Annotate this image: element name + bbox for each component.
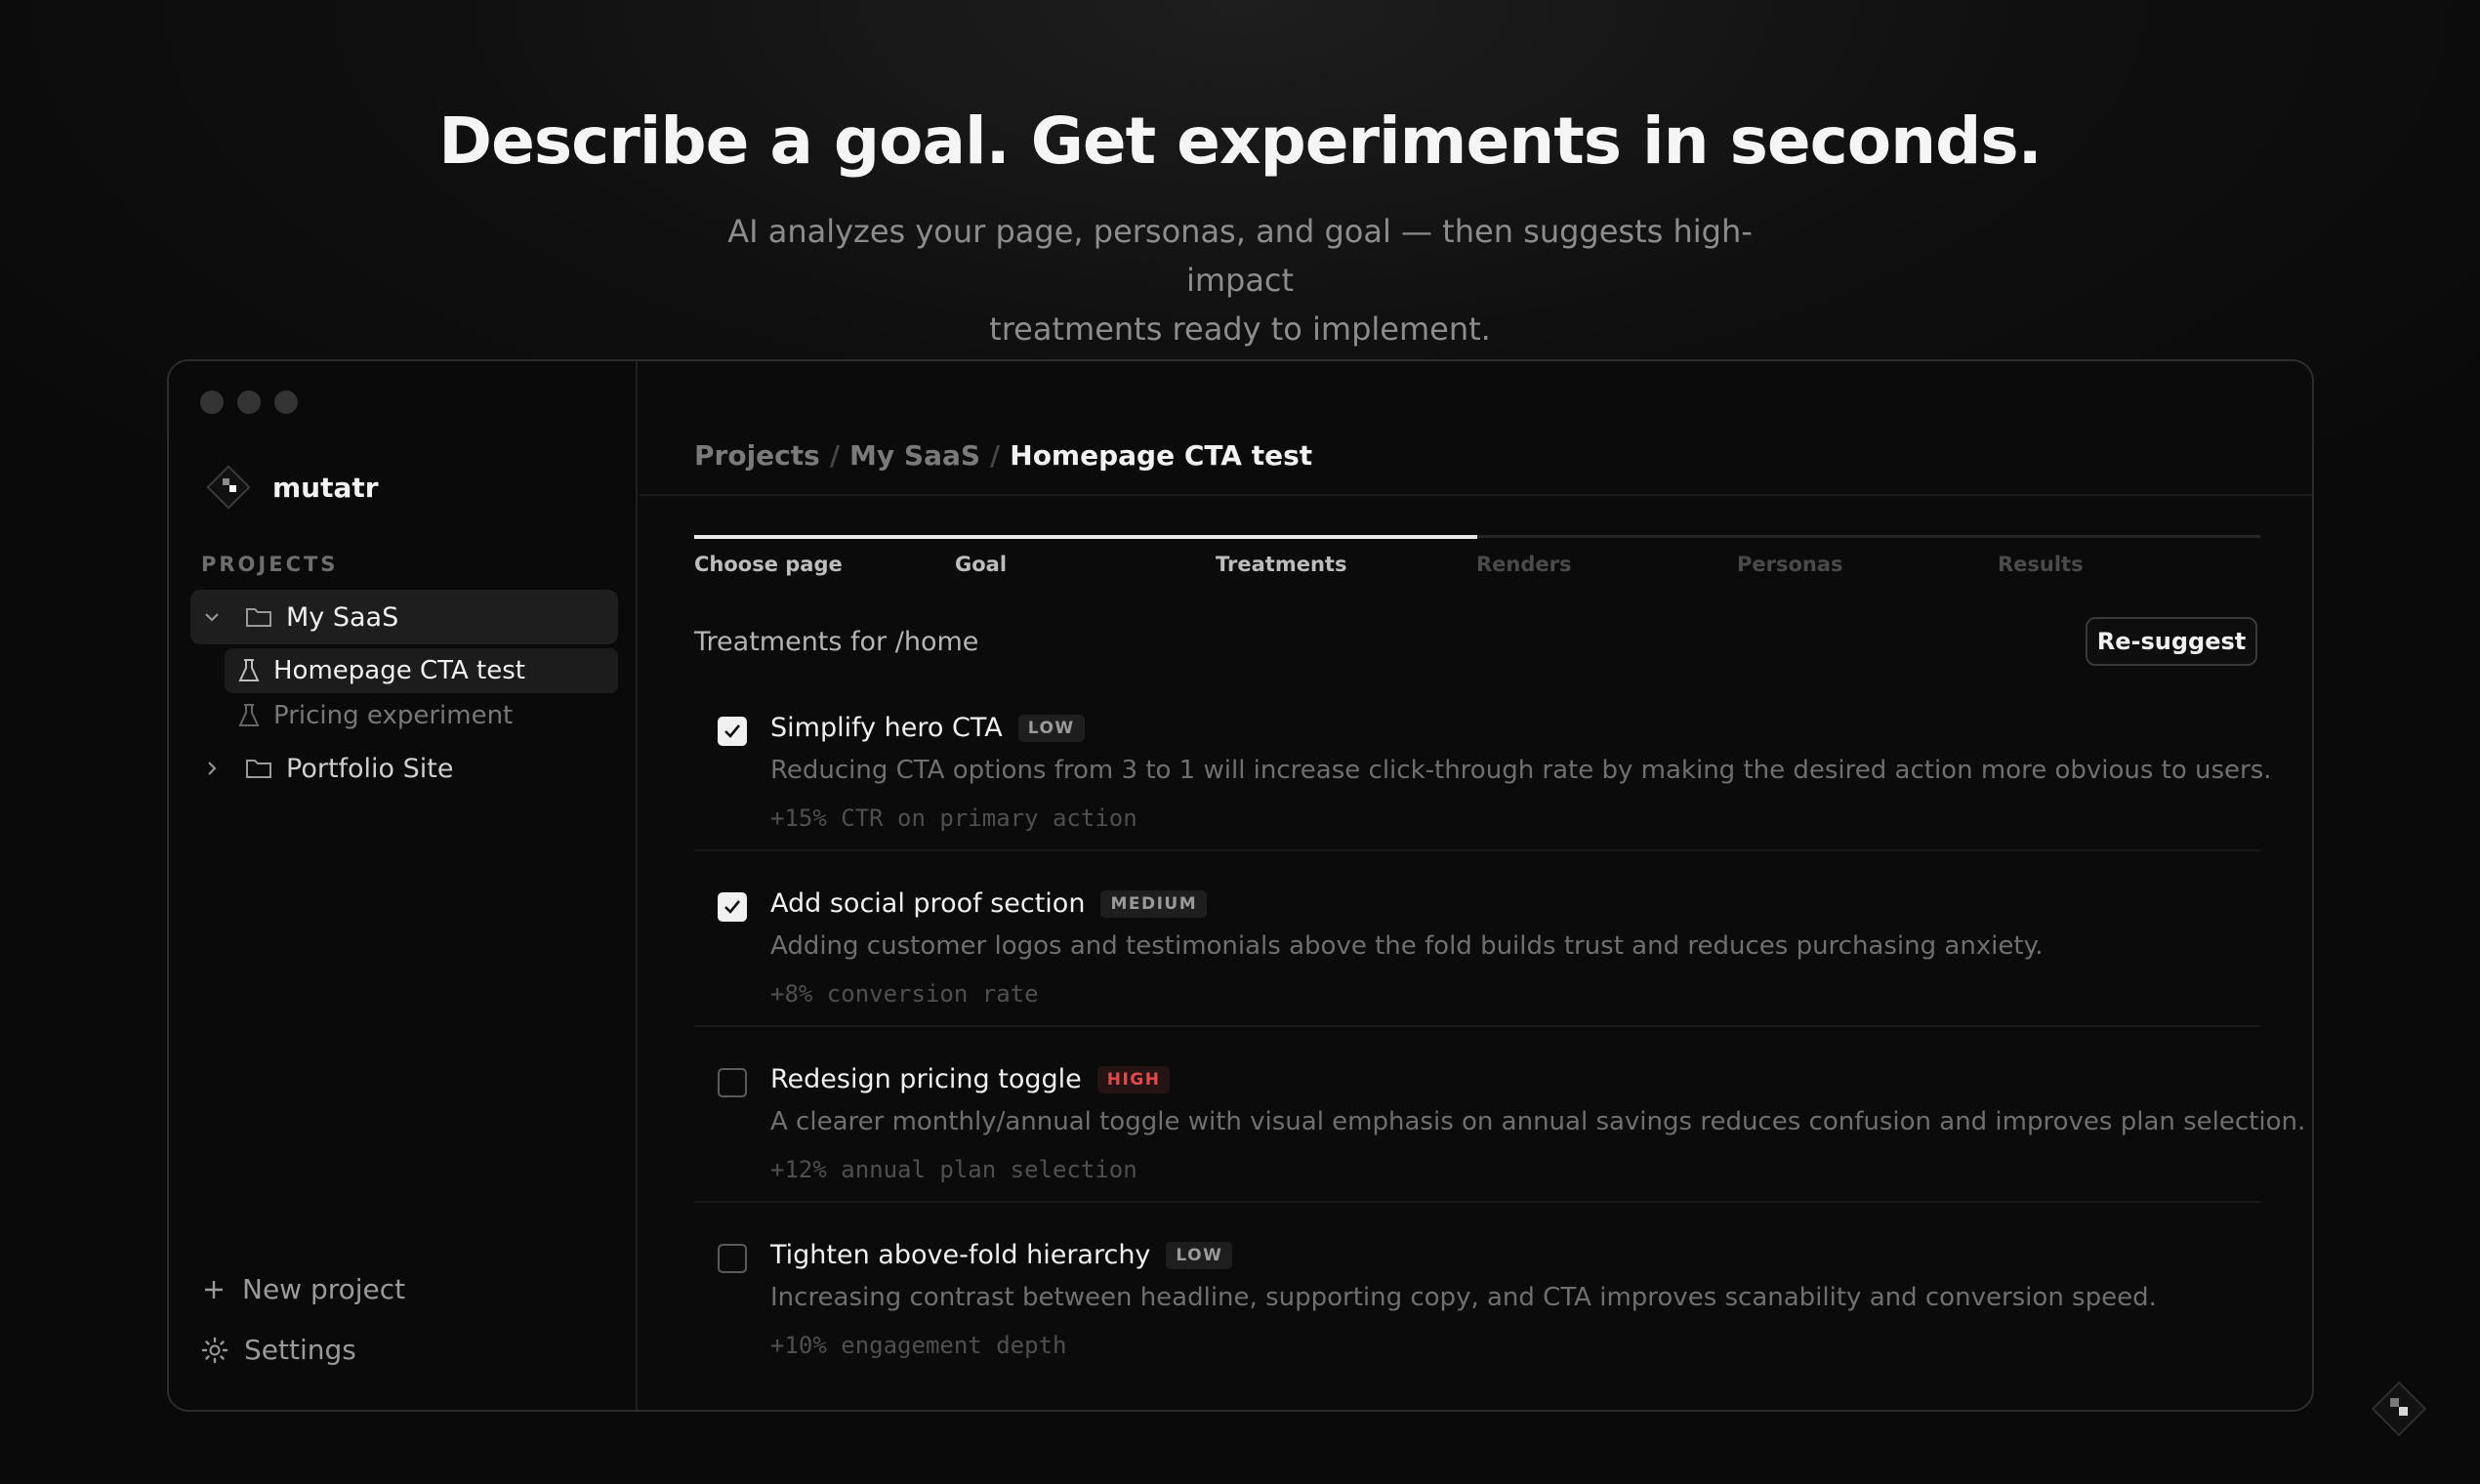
- sidebar-experiment-label: Homepage CTA test: [273, 656, 525, 685]
- brand-name: mutatr: [272, 471, 379, 504]
- treatment-metric: +15% CTR on primary action: [770, 804, 1137, 832]
- sidebar-project-my-saas[interactable]: My SaaS: [190, 590, 618, 644]
- treatments-heading: Treatments for /home: [694, 627, 979, 657]
- treatment-title-row: Redesign pricing toggle HIGH: [770, 1064, 1171, 1094]
- breadcrumb-current: Homepage CTA test: [1010, 439, 1313, 472]
- sidebar-experiment-homepage-cta-test[interactable]: Homepage CTA test: [225, 648, 618, 693]
- breadcrumb-separator: /: [990, 439, 1001, 472]
- treatment-title: Add social proof section: [770, 888, 1086, 919]
- sidebar-experiment-pricing-experiment[interactable]: Pricing experiment: [225, 693, 618, 738]
- sidebar: mutatr PROJECTS My SaaS Homepage CTA tes…: [169, 361, 638, 1410]
- chevron-right-icon[interactable]: [202, 759, 231, 778]
- treatment-item[interactable]: Simplify hero CTA LOW Reducing CTA optio…: [694, 676, 2272, 851]
- stepper-progress: [694, 535, 1477, 539]
- breadcrumb: Projects / My SaaS / Homepage CTA test: [694, 439, 1312, 472]
- folder-icon: [245, 605, 272, 629]
- sidebar-project-label: Portfolio Site: [286, 753, 454, 784]
- breadcrumb-project[interactable]: My SaaS: [849, 439, 980, 472]
- window-minimize-button[interactable]: [237, 391, 261, 414]
- window-close-button[interactable]: [200, 391, 224, 414]
- treatment-title: Redesign pricing toggle: [770, 1064, 1082, 1094]
- re-suggest-button[interactable]: Re-suggest: [2086, 617, 2257, 666]
- main-panel: Projects / My SaaS / Homepage CTA test C…: [640, 361, 2312, 1410]
- treatment-title-row: Tighten above-fold hierarchy LOW: [770, 1240, 1233, 1270]
- check-icon: [724, 900, 741, 914]
- check-icon: [724, 724, 741, 738]
- treatment-description: Reducing CTA options from 3 to 1 will in…: [770, 756, 2272, 785]
- stepper: Choose page Goal Treatments Renders Pers…: [694, 553, 2260, 576]
- window-controls: [200, 391, 298, 414]
- treatment-description: Adding customer logos and testimonials a…: [770, 931, 2044, 961]
- step-results[interactable]: Results: [1998, 553, 2258, 576]
- treatment-checkbox[interactable]: [718, 717, 747, 746]
- flask-icon: [238, 703, 260, 728]
- impact-badge: HIGH: [1096, 1065, 1171, 1093]
- hero-subtitle-line-2: treatments ready to implement.: [989, 310, 1491, 348]
- projects-section-label: PROJECTS: [201, 553, 339, 576]
- treatment-description: Increasing contrast between headline, su…: [770, 1283, 2157, 1312]
- breadcrumb-projects[interactable]: Projects: [694, 439, 820, 472]
- treatment-metric: +10% engagement depth: [770, 1332, 1067, 1359]
- app-window: mutatr PROJECTS My SaaS Homepage CTA tes…: [167, 359, 2314, 1412]
- settings-button[interactable]: Settings: [201, 1334, 356, 1366]
- chevron-down-icon[interactable]: [202, 607, 231, 627]
- breadcrumb-separator: /: [829, 439, 841, 472]
- hero-subtitle: AI analyzes your page, personas, and goa…: [703, 207, 1777, 353]
- plus-icon: [205, 1280, 223, 1298]
- impact-badge: LOW: [1017, 714, 1085, 742]
- step-renders[interactable]: Renders: [1476, 553, 1737, 576]
- step-goal[interactable]: Goal: [955, 553, 1216, 576]
- treatment-metric: +8% conversion rate: [770, 980, 1039, 1008]
- step-personas[interactable]: Personas: [1737, 553, 1998, 576]
- hero-subtitle-line-1: AI analyzes your page, personas, and goa…: [727, 213, 1753, 299]
- mutatr-logo-icon: [206, 465, 251, 510]
- treatment-title-row: Add social proof section MEDIUM: [770, 888, 1208, 919]
- flask-icon: [238, 658, 260, 683]
- treatment-title: Tighten above-fold hierarchy: [770, 1240, 1151, 1270]
- treatment-checkbox[interactable]: [718, 892, 747, 922]
- treatment-title-row: Simplify hero CTA LOW: [770, 713, 1085, 743]
- treatment-checkbox[interactable]: [718, 1244, 747, 1273]
- treatment-item[interactable]: Add social proof section MEDIUM Adding c…: [694, 851, 2260, 1027]
- mutatr-corner-logo-icon: [2371, 1381, 2427, 1437]
- folder-icon: [245, 757, 272, 780]
- window-maximize-button[interactable]: [274, 391, 298, 414]
- new-project-label: New project: [242, 1273, 406, 1305]
- step-choose-page[interactable]: Choose page: [694, 553, 955, 576]
- header-divider: [640, 494, 2312, 496]
- treatment-item[interactable]: Tighten above-fold hierarchy LOW Increas…: [694, 1203, 2260, 1379]
- impact-badge: LOW: [1166, 1241, 1233, 1269]
- hero-title: Describe a goal. Get experiments in seco…: [438, 103, 2042, 179]
- impact-badge: MEDIUM: [1100, 889, 1208, 918]
- brand[interactable]: mutatr: [204, 463, 379, 512]
- sidebar-project-label: My SaaS: [286, 601, 399, 633]
- step-treatments[interactable]: Treatments: [1216, 553, 1476, 576]
- settings-label: Settings: [244, 1334, 356, 1366]
- treatment-item[interactable]: Redesign pricing toggle HIGH A clearer m…: [694, 1027, 2305, 1203]
- treatment-description: A clearer monthly/annual toggle with vis…: [770, 1107, 2306, 1136]
- new-project-button[interactable]: New project: [201, 1273, 405, 1305]
- treatment-metric: +12% annual plan selection: [770, 1156, 1137, 1183]
- sidebar-experiment-label: Pricing experiment: [273, 701, 514, 730]
- sidebar-project-portfolio-site[interactable]: Portfolio Site: [190, 741, 618, 796]
- treatment-title: Simplify hero CTA: [770, 713, 1003, 743]
- gear-icon: [201, 1337, 228, 1363]
- treatment-checkbox[interactable]: [718, 1068, 747, 1097]
